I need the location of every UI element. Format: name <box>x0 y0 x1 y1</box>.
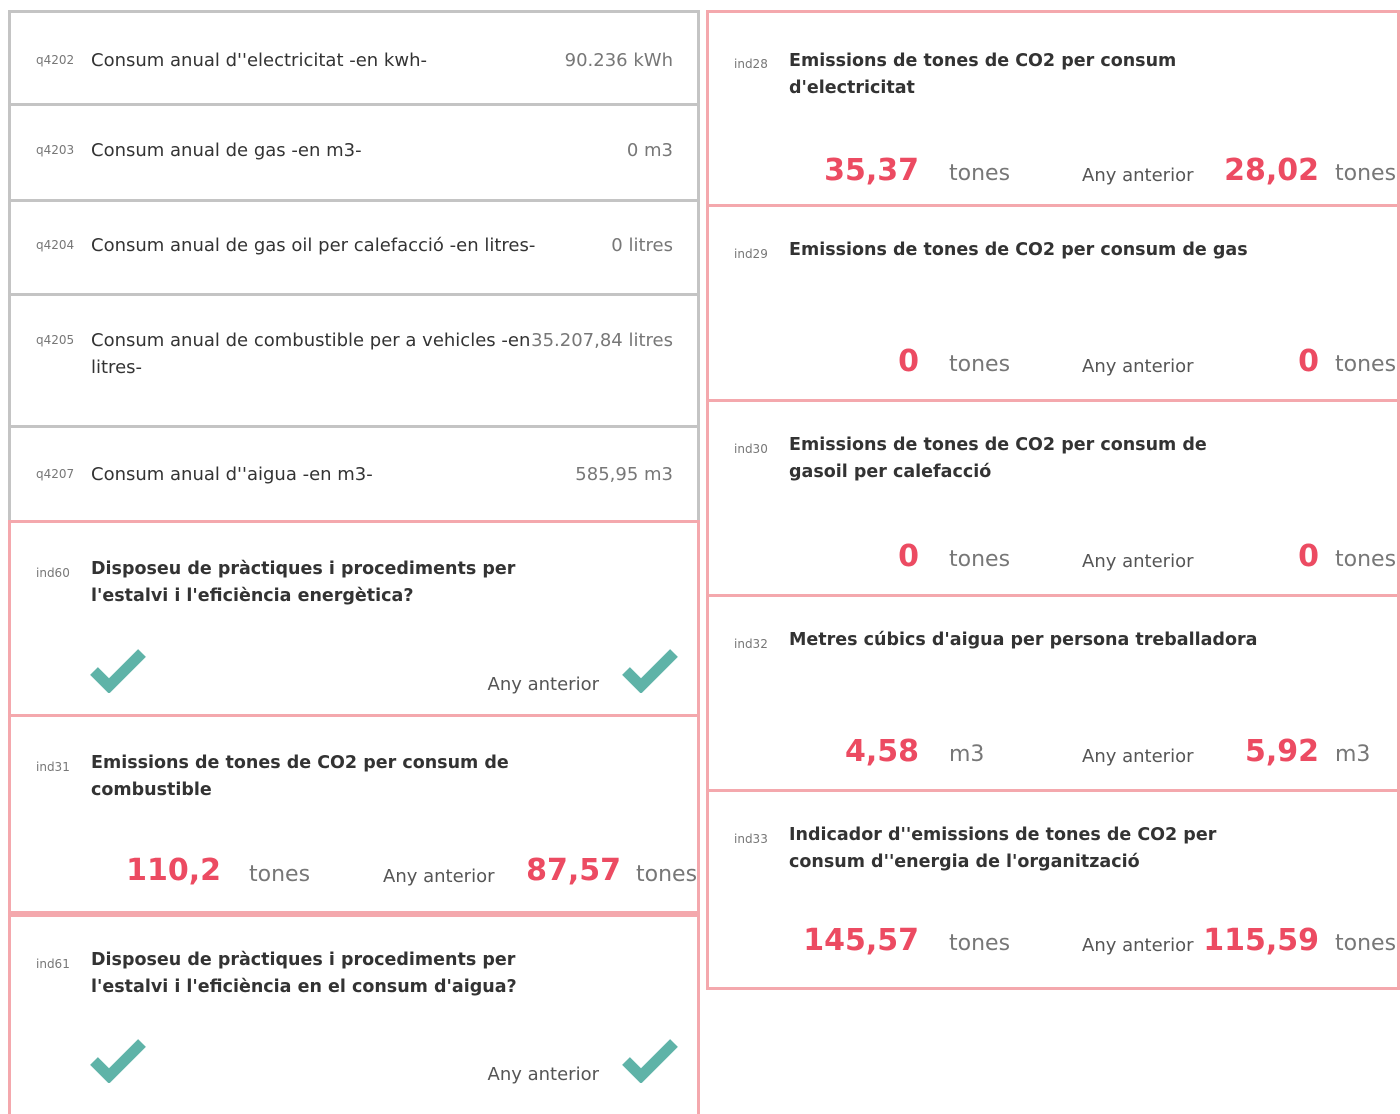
indicator-card-ind30: ind30 Emissions de tones de CO2 per cons… <box>706 402 1400 597</box>
indicator-unit: tones <box>949 352 1011 377</box>
indicator-card-ind32: ind32 Metres cúbics d'aigua per persona … <box>706 597 1400 792</box>
previous-year-label: Any anterior <box>487 674 599 695</box>
previous-year-label: Any anterior <box>1082 551 1194 572</box>
indicator-card-ind29: ind29 Emissions de tones de CO2 per cons… <box>706 207 1400 402</box>
indicator-value: 4,58 <box>844 734 919 769</box>
previous-year-label: Any anterior <box>1082 165 1194 186</box>
indicator-card-ind31: ind31 Emissions de tones de CO2 per cons… <box>8 717 700 914</box>
indicator-code: ind60 <box>36 566 70 580</box>
left-column: q4202 Consum anual d''electricitat -en k… <box>8 10 700 1114</box>
indicator-code: ind61 <box>36 957 70 971</box>
indicator-code: ind32 <box>734 637 768 651</box>
previous-unit: m3 <box>1335 742 1371 767</box>
previous-value: 87,57 <box>526 853 621 888</box>
question-value: 0 m3 <box>626 140 673 161</box>
previous-value: 115,59 <box>1203 923 1319 958</box>
indicator-value: 0 <box>898 539 919 574</box>
question-value: 0 litres <box>611 235 673 256</box>
previous-check-icon <box>622 1039 678 1083</box>
previous-unit: tones <box>1335 931 1397 956</box>
indicator-unit: tones <box>249 862 311 887</box>
previous-unit: tones <box>1335 352 1397 377</box>
question-code: q4205 <box>36 333 75 347</box>
question-code: q4203 <box>36 143 75 157</box>
indicator-card-ind61: ind61 Disposeu de pràctiques i procedime… <box>8 914 700 1114</box>
question-card-q4207: q4207 Consum anual d''aigua -en m3- 585,… <box>8 428 700 520</box>
previous-value: 0 <box>1298 344 1319 379</box>
question-code: q4207 <box>36 467 75 481</box>
question-value: 35.207,84 litres <box>531 330 673 351</box>
indicator-value: 145,57 <box>803 923 919 958</box>
indicator-value: 35,37 <box>824 153 919 188</box>
indicator-unit: m3 <box>949 742 985 767</box>
indicator-title: Metres cúbics d'aigua per persona trebal… <box>789 630 1258 650</box>
previous-value: 28,02 <box>1224 153 1319 188</box>
previous-check-icon <box>622 649 678 693</box>
indicator-title: Emissions de tones de CO2 per consum de … <box>91 753 509 800</box>
indicator-code: ind30 <box>734 442 768 456</box>
question-code: q4204 <box>36 238 75 252</box>
question-value: 585,95 m3 <box>575 464 673 485</box>
indicator-title: Disposeu de pràctiques i procediments pe… <box>91 950 517 997</box>
previous-year-label: Any anterior <box>1082 356 1194 377</box>
question-card-q4204: q4204 Consum anual de gas oil per calefa… <box>8 202 700 296</box>
indicator-card-ind28: ind28 Emissions de tones de CO2 per cons… <box>706 10 1400 207</box>
check-icon <box>90 1039 146 1083</box>
question-card-q4202: q4202 Consum anual d''electricitat -en k… <box>8 10 700 106</box>
question-label: Consum anual d''electricitat -en kwh- <box>91 50 427 71</box>
previous-value: 0 <box>1298 539 1319 574</box>
indicator-unit: tones <box>949 931 1011 956</box>
indicator-title: Emissions de tones de CO2 per consum d'e… <box>789 51 1177 98</box>
indicator-title: Emissions de tones de CO2 per consum de … <box>789 240 1248 260</box>
right-column: ind28 Emissions de tones de CO2 per cons… <box>706 10 1400 990</box>
indicator-code: ind33 <box>734 832 768 846</box>
previous-unit: tones <box>636 862 698 887</box>
indicator-title: Disposeu de pràctiques i procediments pe… <box>91 559 516 606</box>
question-value: 90.236 kWh <box>564 50 673 71</box>
question-label: Consum anual de combustible per a vehicl… <box>91 330 531 378</box>
question-label: Consum anual de gas -en m3- <box>91 140 362 161</box>
indicator-title: Emissions de tones de CO2 per consum de … <box>789 435 1207 482</box>
indicator-card-ind60: ind60 Disposeu de pràctiques i procedime… <box>8 520 700 717</box>
indicator-card-ind33: ind33 Indicador d''emissions de tones de… <box>706 792 1400 990</box>
question-label: Consum anual d''aigua -en m3- <box>91 464 373 485</box>
question-card-q4203: q4203 Consum anual de gas -en m3- 0 m3 <box>8 106 700 202</box>
previous-unit: tones <box>1335 547 1397 572</box>
check-icon <box>90 649 146 693</box>
previous-year-label: Any anterior <box>487 1064 599 1085</box>
question-card-q4205: q4205 Consum anual de combustible per a … <box>8 296 700 428</box>
question-label: Consum anual de gas oil per calefacció -… <box>91 235 536 256</box>
indicator-code: ind31 <box>36 760 70 774</box>
indicator-unit: tones <box>949 161 1011 186</box>
previous-unit: tones <box>1335 161 1397 186</box>
indicator-code: ind29 <box>734 247 768 261</box>
indicator-code: ind28 <box>734 57 768 71</box>
indicator-value: 0 <box>898 344 919 379</box>
previous-year-label: Any anterior <box>383 866 495 887</box>
indicator-title: Indicador d''emissions de tones de CO2 p… <box>789 825 1217 872</box>
previous-year-label: Any anterior <box>1082 935 1194 956</box>
indicator-unit: tones <box>949 547 1011 572</box>
indicator-value: 110,2 <box>126 853 221 888</box>
question-code: q4202 <box>36 53 75 67</box>
previous-value: 5,92 <box>1244 734 1319 769</box>
previous-year-label: Any anterior <box>1082 746 1194 767</box>
